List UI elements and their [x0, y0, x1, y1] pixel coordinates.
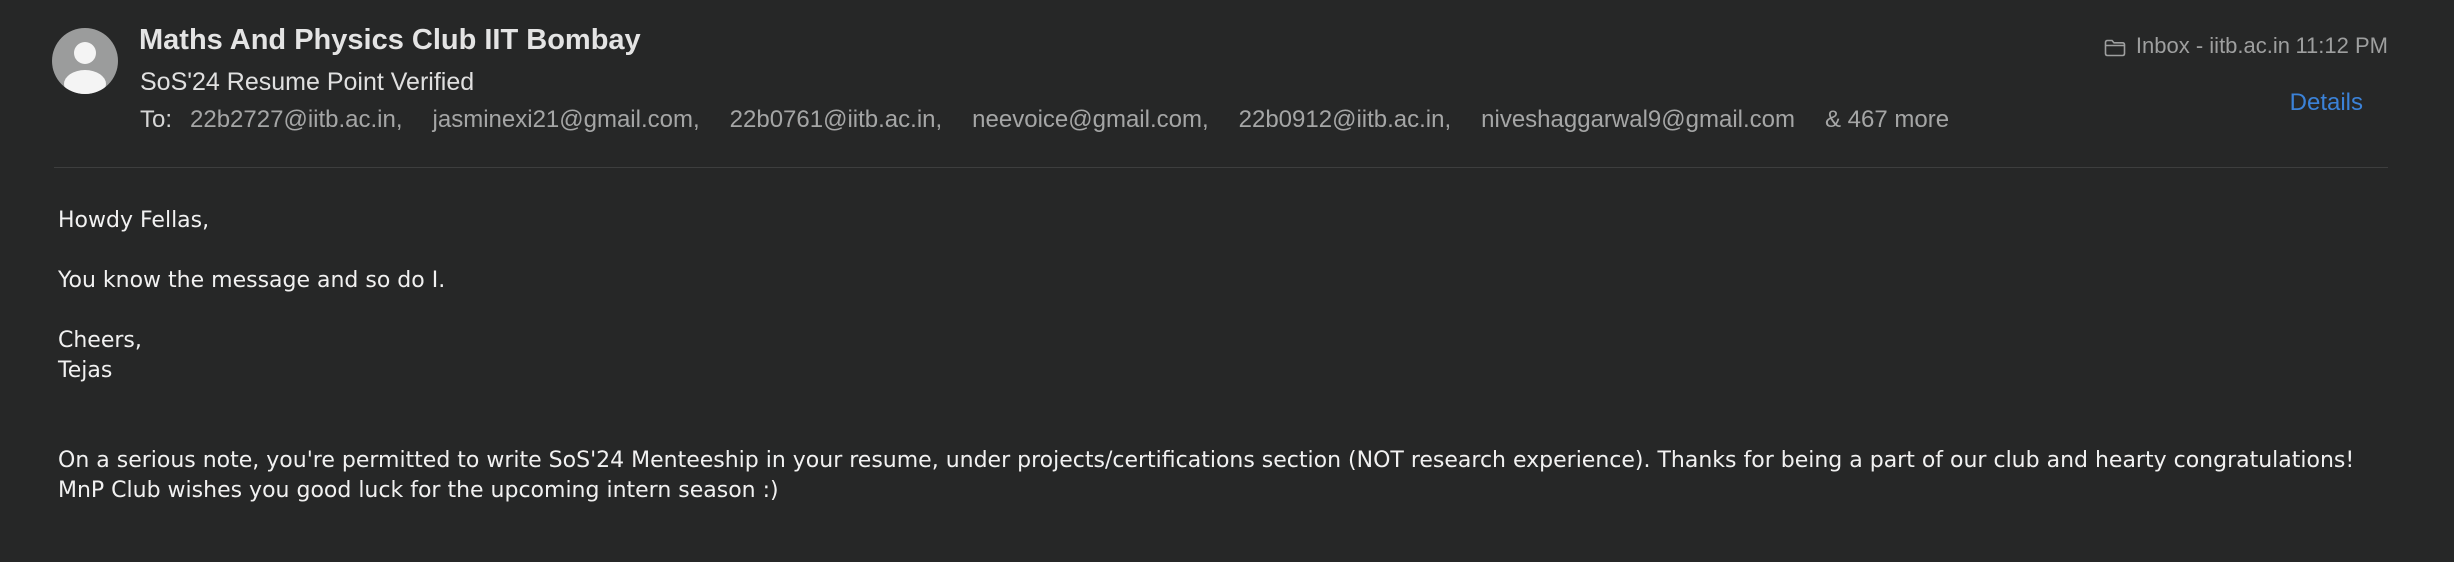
- mailbox-location[interactable]: Inbox - iitb.ac.in: [2104, 33, 2290, 59]
- body-greeting: Howdy Fellas,: [58, 208, 210, 233]
- email-body: Howdy Fellas, You know the message and s…: [58, 206, 2404, 506]
- body-line: You know the message and so do I.: [58, 268, 446, 293]
- recipient-address[interactable]: jasminexi21@gmail.com,: [433, 106, 700, 134]
- sender-name: Maths And Physics Club IIT Bombay: [139, 24, 641, 56]
- recipient-address[interactable]: 22b0912@iitb.ac.in,: [1239, 106, 1452, 134]
- mailbox-label: Inbox - iitb.ac.in: [2135, 33, 2290, 58]
- body-signoff: Cheers,: [58, 328, 142, 353]
- email-header: Maths And Physics Club IIT Bombay SoS'24…: [0, 0, 2454, 168]
- sender-avatar-icon: [52, 28, 118, 94]
- recipient-address[interactable]: 22b2727@iitb.ac.in,: [190, 106, 403, 134]
- recipient-address[interactable]: neevoice@gmail.com,: [972, 106, 1208, 134]
- email-timestamp: 11:12 PM: [2295, 33, 2388, 58]
- recipients-row: To: 22b2727@iitb.ac.in, jasminexi21@gmai…: [140, 106, 1949, 134]
- details-link[interactable]: Details: [2290, 89, 2363, 117]
- to-label: To:: [140, 106, 173, 133]
- folder-icon: [2104, 37, 2126, 57]
- email-subject: SoS'24 Resume Point Verified: [140, 68, 475, 96]
- header-divider: [54, 167, 2388, 168]
- more-recipients-link[interactable]: & 467 more: [1825, 106, 1949, 134]
- recipient-address[interactable]: 22b0761@iitb.ac.in,: [730, 106, 943, 134]
- body-signature: Tejas: [58, 358, 113, 383]
- body-paragraph: On a serious note, you're permitted to w…: [58, 448, 2355, 503]
- recipient-address[interactable]: niveshaggarwal9@gmail.com: [1481, 106, 1795, 134]
